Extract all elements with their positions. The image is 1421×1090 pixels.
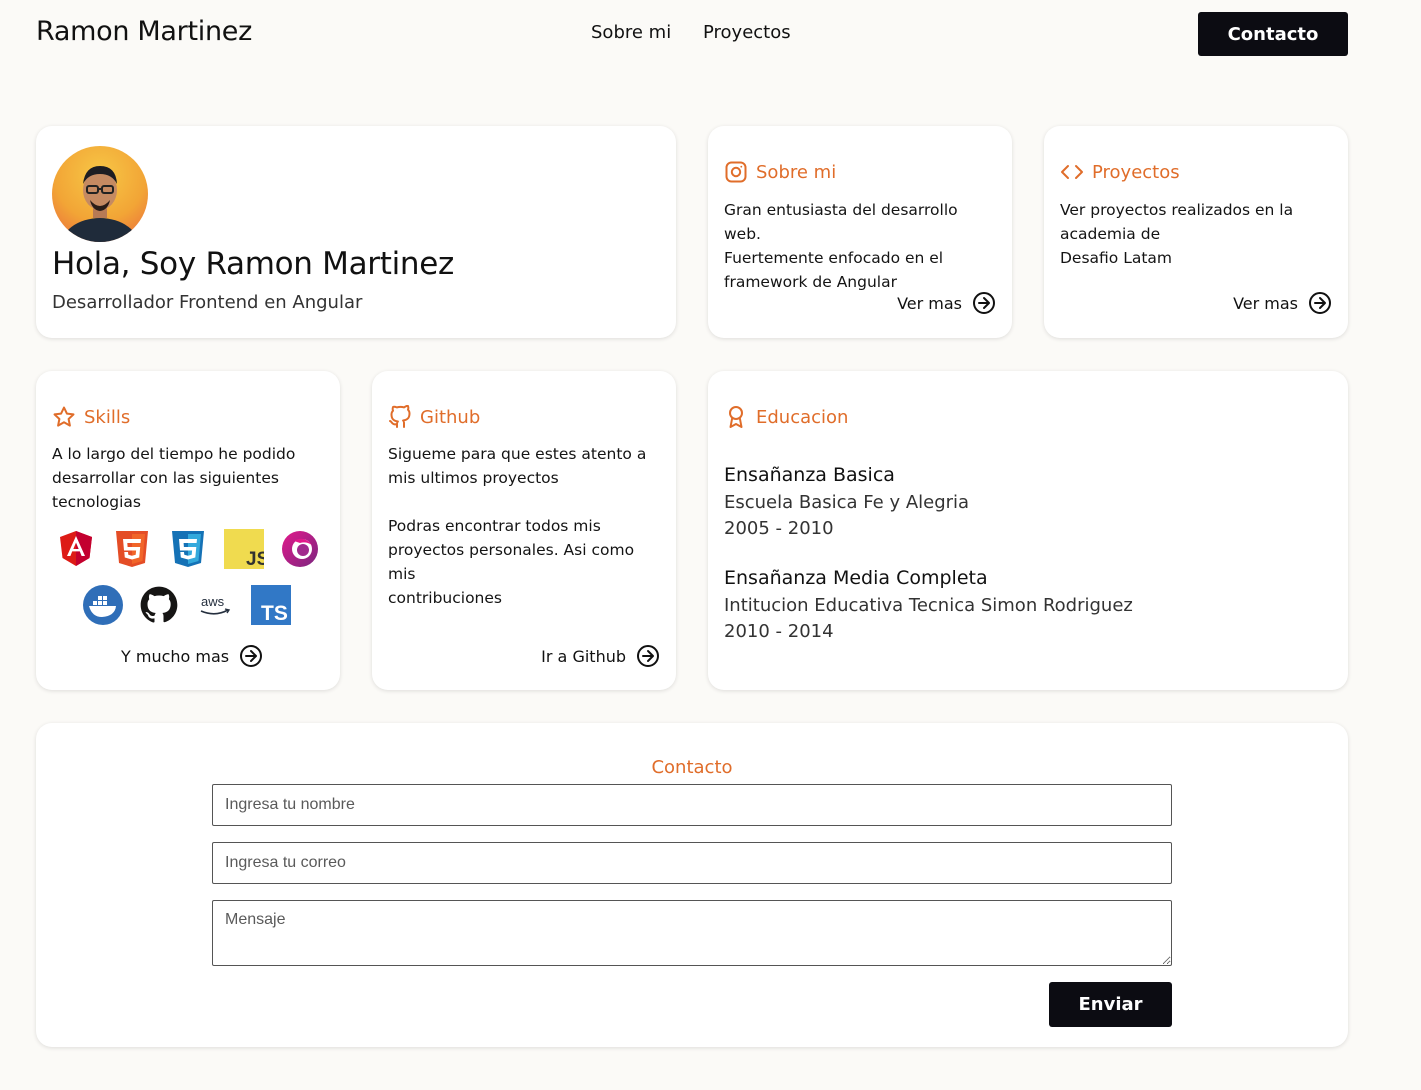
about-title-text: Sobre mi: [756, 161, 837, 183]
skills-description: A lo largo del tiempo he podido desarrol…: [52, 442, 324, 514]
github-card: Github Sigueme para que estes atento a m…: [372, 371, 676, 690]
javascript-icon: JS: [224, 529, 269, 570]
github-line: [388, 490, 660, 514]
html5-icon: [112, 529, 152, 569]
aws-icon: aws: [195, 585, 235, 625]
education-card: Educacion Ensañanza Basica Escuela Basic…: [708, 371, 1348, 690]
message-field[interactable]: [212, 900, 1172, 966]
education-item-title: Ensañanza Media Completa: [724, 567, 988, 589]
top-navbar: Ramon Martinez Sobre mi Proyectos Contac…: [0, 0, 1421, 70]
code-icon: [1061, 165, 1083, 179]
github-icon: [139, 585, 179, 625]
education-item: Ensañanza Media Completa Intitucion Educ…: [724, 567, 1133, 642]
github-line: proyectos personales. Asi como mis: [388, 541, 635, 583]
education-title-text: Educacion: [756, 406, 849, 428]
svg-text:TS: TS: [261, 602, 288, 625]
github-more-link[interactable]: Ir a Github: [541, 644, 660, 668]
hero-title: Hola, Soy Ramon Martinez: [52, 246, 455, 282]
skills-more-label: Y mucho mas: [121, 646, 230, 666]
education-item-years: 2010 - 2014: [724, 621, 834, 642]
github-line: contribuciones: [388, 589, 502, 607]
github-line: mis ultimos proyectos: [388, 469, 559, 487]
about-line: Gran entusiasta del desarrollo web.: [724, 201, 958, 243]
projects-line: Ver proyectos realizados en la: [1060, 201, 1294, 219]
github-line: Sigueme para que estes atento a: [388, 445, 647, 463]
github-description: Sigueme para que estes atento a mis ulti…: [388, 442, 660, 610]
arrow-right-circle-icon: [973, 292, 995, 314]
contact-heading: Contacto: [651, 757, 733, 778]
github-more-label: Ir a Github: [541, 646, 626, 666]
projects-line: academia de: [1060, 225, 1161, 243]
education-item: Ensañanza Basica Escuela Basica Fe y Ale…: [724, 464, 969, 539]
education-item-title: Ensañanza Basica: [724, 464, 895, 486]
nav-link-projects[interactable]: Proyectos: [703, 22, 791, 43]
contact-form-card: Contacto Enviar: [36, 723, 1348, 1047]
typescript-icon: TS: [251, 585, 291, 625]
send-button[interactable]: Enviar: [1049, 982, 1172, 1027]
projects-line: Desafio Latam: [1060, 249, 1173, 267]
github-title-text: Github: [420, 406, 481, 428]
skills-line: tecnologias: [52, 493, 141, 511]
about-line: Fuertemente enfocado en el: [724, 249, 944, 267]
svg-text:aws: aws: [201, 594, 225, 609]
education-item-school: Intitucion Educativa Tecnica Simon Rodri…: [724, 595, 1133, 616]
hero-subtitle: Desarrollador Frontend en Angular: [52, 292, 363, 313]
github-icon: [389, 405, 411, 428]
avatar: [52, 146, 148, 242]
education-card-title: Educacion: [724, 405, 848, 429]
instagram-icon: [725, 161, 747, 183]
docker-icon: [83, 585, 123, 625]
css3-icon: [168, 529, 208, 569]
skills-more-link[interactable]: Y mucho mas: [121, 644, 263, 668]
about-card-title: Sobre mi: [724, 160, 836, 184]
arrow-right-circle-icon: [1309, 292, 1331, 314]
arrow-right-circle-icon: [240, 645, 263, 667]
nav-link-about[interactable]: Sobre mi: [591, 22, 671, 43]
name-field[interactable]: [212, 784, 1172, 826]
tech-row-1: JS: [56, 529, 320, 570]
about-description: Gran entusiasta del desarrollo web. Fuer…: [724, 198, 996, 294]
projects-description: Ver proyectos realizados en la academia …: [1060, 198, 1332, 270]
star-icon: [53, 406, 75, 427]
about-more-label: Ver mas: [897, 293, 962, 313]
projects-more-link[interactable]: Ver mas: [1233, 291, 1332, 315]
contact-button[interactable]: Contacto: [1198, 12, 1348, 56]
hero-card: Hola, Soy Ramon Martinez Desarrollador F…: [36, 126, 676, 338]
projects-card: Proyectos Ver proyectos realizados en la…: [1044, 126, 1348, 338]
tech-row-2: aws TS: [83, 585, 291, 625]
skills-line: A lo largo del tiempo he podido: [52, 445, 296, 463]
about-more-link[interactable]: Ver mas: [897, 291, 996, 315]
about-card: Sobre mi Gran entusiasta del desarrollo …: [708, 126, 1012, 338]
arrow-right-circle-icon: [637, 645, 659, 667]
skills-card-title: Skills: [52, 405, 130, 429]
email-field[interactable]: [212, 842, 1172, 884]
github-card-title: Github: [388, 405, 480, 429]
education-item-school: Escuela Basica Fe y Alegria: [724, 492, 970, 513]
award-icon: [729, 406, 743, 428]
skills-title-text: Skills: [84, 406, 131, 428]
projects-card-title: Proyectos: [1060, 160, 1180, 184]
brand-name[interactable]: Ramon Martinez: [36, 16, 252, 47]
svg-text:JS: JS: [246, 549, 264, 569]
angular-icon: [56, 529, 96, 569]
rxjs-icon: [280, 529, 320, 569]
avatar-portrait: [60, 166, 140, 242]
github-line: Podras encontrar todos mis: [388, 517, 601, 535]
skills-line: desarrollar con las siguientes: [52, 469, 279, 487]
projects-title-text: Proyectos: [1092, 161, 1180, 183]
skills-card: Skills A lo largo del tiempo he podido d…: [36, 371, 340, 690]
education-item-years: 2005 - 2010: [724, 518, 834, 539]
projects-more-label: Ver mas: [1233, 293, 1298, 313]
